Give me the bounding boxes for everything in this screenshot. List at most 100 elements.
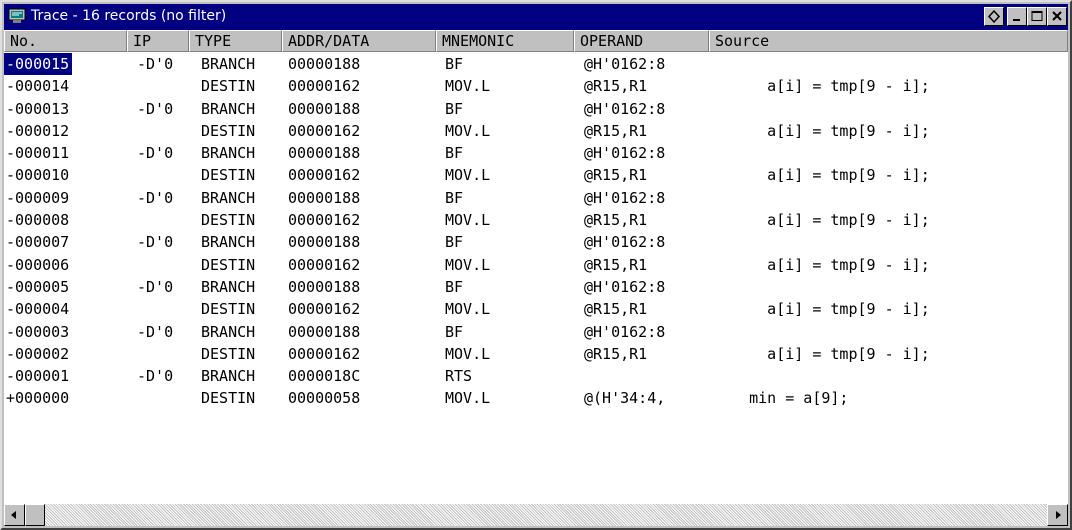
- title-bar[interactable]: Trace - 16 records (no filter): [4, 4, 1068, 30]
- cell-source: a[i] = tmp[9 - i];: [713, 300, 930, 319]
- scroll-thumb[interactable]: [25, 504, 45, 526]
- cell-source: a[i] = tmp[9 - i];: [713, 344, 930, 363]
- cell-source: a[i] = tmp[9 - i];: [713, 211, 930, 230]
- cell-no: -000009: [6, 188, 70, 207]
- trace-row[interactable]: -000005 -D'0 BRANCH 00000188 BF @H'0162:8: [4, 276, 1068, 298]
- column-header-ip[interactable]: IP: [127, 30, 189, 52]
- cell-no: -000014: [6, 77, 70, 96]
- cell-addr: 00000188: [288, 99, 361, 118]
- cell-type: DESTIN: [201, 344, 256, 363]
- cell-no: -000001: [6, 367, 70, 386]
- column-header-type[interactable]: TYPE: [189, 30, 282, 52]
- cell-mnemonic: MOV.L: [445, 344, 491, 363]
- cell-no: -000004: [6, 300, 70, 319]
- cell-addr: 00000188: [288, 322, 361, 341]
- cell-source: a[i] = tmp[9 - i];: [713, 77, 930, 96]
- cell-ip: -D'0: [137, 144, 174, 163]
- column-header-addr-data[interactable]: ADDR/DATA: [282, 30, 436, 52]
- cell-source: a[i] = tmp[9 - i];: [713, 166, 930, 185]
- cell-type: DESTIN: [201, 121, 256, 140]
- cell-mnemonic: BF: [445, 188, 464, 207]
- cell-operand: @H'0162:8: [584, 99, 666, 118]
- cell-no: -000002: [6, 344, 70, 363]
- close-icon: [1052, 11, 1062, 21]
- cell-addr: 00000058: [288, 389, 361, 408]
- column-header-mnemonic[interactable]: MNEMONIC: [436, 30, 574, 52]
- cell-type: DESTIN: [201, 211, 256, 230]
- cell-type: BRANCH: [201, 277, 256, 296]
- window-title: Trace - 16 records (no filter): [31, 8, 227, 24]
- trace-rows: -000015 -D'0 BRANCH 00000188 BF @H'0162:8 -000…: [4, 53, 1068, 410]
- maximize-button[interactable]: [1027, 7, 1047, 26]
- cell-source: min = a[9];: [713, 389, 849, 408]
- trace-row[interactable]: -000009 -D'0 BRANCH 00000188 BF @H'0162:8: [4, 187, 1068, 209]
- cell-ip: -D'0: [137, 233, 174, 252]
- cell-addr: 00000162: [288, 77, 361, 96]
- trace-row[interactable]: -000008 DESTIN 00000162 MOV.L @R15,R1 a[i] =…: [4, 209, 1068, 231]
- cell-operand: @H'0162:8: [584, 55, 666, 73]
- cell-operand: @H'0162:8: [584, 144, 666, 163]
- cell-addr: 00000162: [288, 121, 361, 140]
- cell-operand: @H'0162:8: [584, 188, 666, 207]
- cell-addr: 00000162: [288, 300, 361, 319]
- trace-row[interactable]: -000006 DESTIN 00000162 MOV.L @R15,R1 a[i] =…: [4, 254, 1068, 276]
- cell-type: DESTIN: [201, 389, 256, 408]
- cell-ip: -D'0: [137, 322, 174, 341]
- cell-addr: 00000188: [288, 277, 361, 296]
- cell-no: -000010: [6, 166, 70, 185]
- cell-addr: 0000018C: [288, 367, 361, 386]
- minimize-icon: [1013, 19, 1020, 21]
- cell-ip: -D'0: [137, 367, 174, 386]
- cell-type: BRANCH: [201, 55, 256, 73]
- cell-no: -000005: [6, 277, 70, 296]
- trace-row[interactable]: -000003 -D'0 BRANCH 00000188 BF @H'0162:8: [4, 321, 1068, 343]
- trace-row[interactable]: -000013 -D'0 BRANCH 00000188 BF @H'0162:8: [4, 98, 1068, 120]
- cell-addr: 00000188: [288, 55, 361, 73]
- trace-row[interactable]: -000011 -D'0 BRANCH 00000188 BF @H'0162:8: [4, 142, 1068, 164]
- restore-button[interactable]: [984, 7, 1004, 26]
- cell-ip: -D'0: [137, 188, 174, 207]
- trace-row[interactable]: -000014 DESTIN 00000162 MOV.L @R15,R1 a[i] =…: [4, 75, 1068, 97]
- trace-row[interactable]: -000015 -D'0 BRANCH 00000188 BF @H'0162:8: [4, 53, 1068, 75]
- trace-row[interactable]: -000002 DESTIN 00000162 MOV.L @R15,R1 a[i] =…: [4, 343, 1068, 365]
- cell-mnemonic: MOV.L: [445, 77, 491, 96]
- cell-operand: @R15,R1: [584, 344, 648, 363]
- trace-row[interactable]: -000007 -D'0 BRANCH 00000188 BF @H'0162:8: [4, 231, 1068, 253]
- cell-mnemonic: RTS: [445, 367, 473, 386]
- horizontal-scrollbar[interactable]: [4, 504, 1068, 526]
- cell-addr: 00000162: [288, 344, 361, 363]
- close-button[interactable]: [1047, 7, 1067, 26]
- cell-mnemonic: MOV.L: [445, 300, 491, 319]
- column-header-operand[interactable]: OPERAND: [574, 30, 709, 52]
- cell-ip: -D'0: [137, 55, 174, 73]
- minimize-button[interactable]: [1007, 7, 1027, 26]
- cell-operand: @R15,R1: [584, 255, 648, 274]
- cell-addr: 00000162: [288, 255, 361, 274]
- scroll-right-button[interactable]: [1047, 504, 1068, 526]
- maximize-icon: [1031, 11, 1043, 21]
- trace-row[interactable]: -000004 DESTIN 00000162 MOV.L @R15,R1 a[i] =…: [4, 298, 1068, 320]
- cell-type: BRANCH: [201, 367, 256, 386]
- cell-mnemonic: BF: [445, 99, 464, 118]
- cell-addr: 00000162: [288, 166, 361, 185]
- cell-type: BRANCH: [201, 233, 256, 252]
- cell-operand: @(H'34:4,: [584, 389, 666, 408]
- column-header-source[interactable]: Source: [709, 30, 1068, 52]
- scroll-left-button[interactable]: [4, 504, 25, 526]
- cell-type: BRANCH: [201, 99, 256, 118]
- trace-row[interactable]: -000010 DESTIN 00000162 MOV.L @R15,R1 a[i] =…: [4, 164, 1068, 186]
- cell-mnemonic: BF: [445, 322, 464, 341]
- cell-operand: @R15,R1: [584, 121, 648, 140]
- cell-mnemonic: MOV.L: [445, 255, 491, 274]
- trace-row[interactable]: +000000 DESTIN 00000058 MOV.L @(H'34:4, min …: [4, 387, 1068, 409]
- trace-row[interactable]: -000001 -D'0 BRANCH 0000018C RTS: [4, 365, 1068, 387]
- cell-type: BRANCH: [201, 322, 256, 341]
- trace-list[interactable]: No. IP TYPE ADDR/DATA MNEMONIC OPERAND S…: [4, 30, 1068, 526]
- cell-operand: @R15,R1: [584, 166, 648, 185]
- cell-operand: @R15,R1: [584, 300, 648, 319]
- cell-operand: @R15,R1: [584, 77, 648, 96]
- trace-row[interactable]: -000012 DESTIN 00000162 MOV.L @R15,R1 a[i] =…: [4, 120, 1068, 142]
- column-header-no[interactable]: No.: [4, 30, 127, 52]
- trace-window-icon[interactable]: [8, 8, 26, 28]
- cell-mnemonic: MOV.L: [445, 121, 491, 140]
